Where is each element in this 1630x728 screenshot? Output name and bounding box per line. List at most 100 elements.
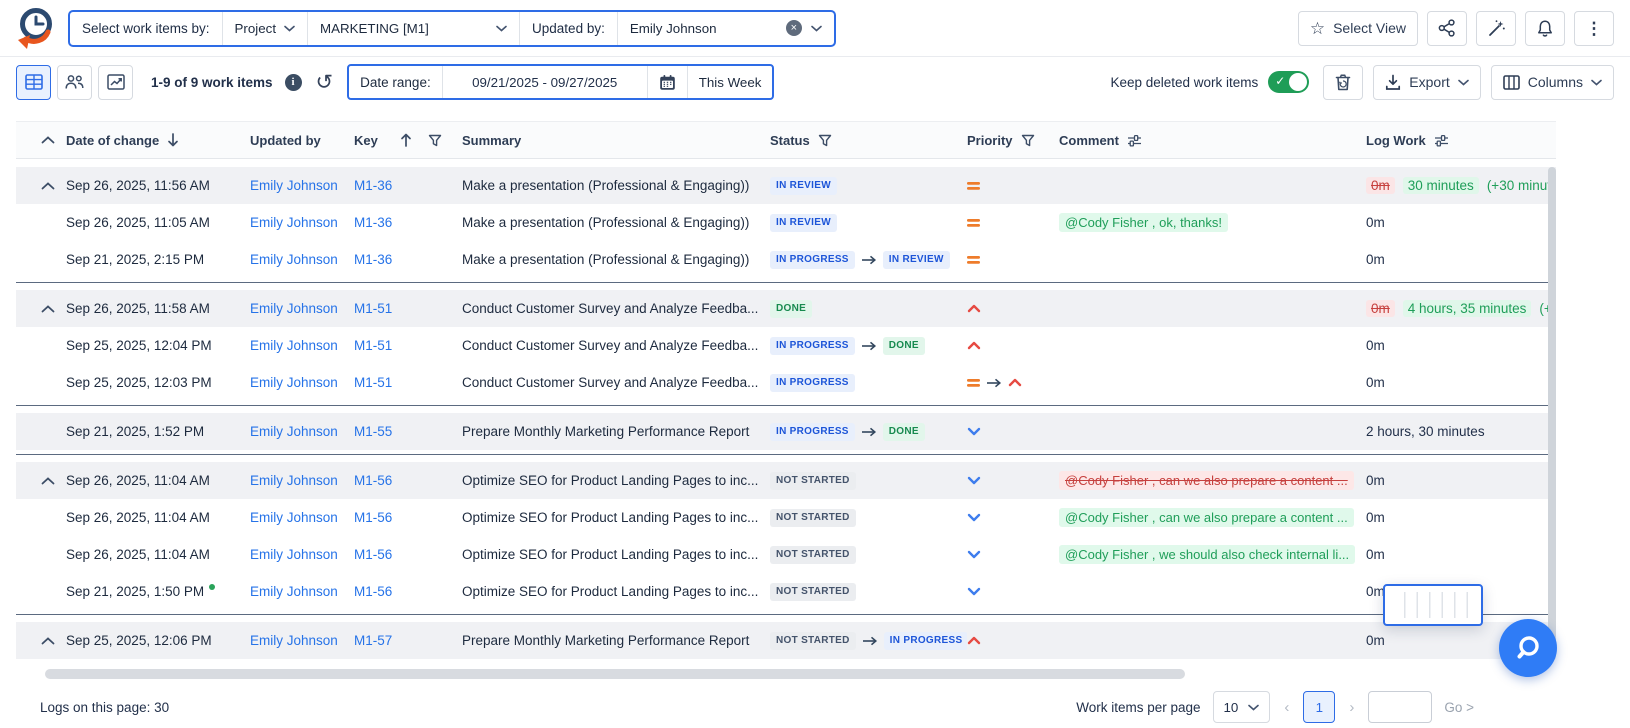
- priority-cell: [967, 587, 1059, 596]
- work-item-key-link[interactable]: M1-51: [354, 301, 392, 316]
- summary-text: Prepare Monthly Marketing Performance Re…: [462, 633, 749, 648]
- updated-by-link[interactable]: Emily Johnson: [250, 215, 338, 230]
- priority-cell: [967, 378, 1059, 388]
- comment-cell: @Cody Fisher , can we also prepare a con…: [1059, 508, 1366, 527]
- preset-this-week[interactable]: This Week: [688, 66, 773, 98]
- filter-funnel-icon[interactable]: [428, 134, 442, 147]
- header-comment[interactable]: Comment: [1059, 133, 1366, 148]
- updated-by-link[interactable]: Emily Johnson: [250, 178, 338, 193]
- collapse-group-button[interactable]: [41, 477, 55, 485]
- work-item-filter-group: Select work items by: Project MARKETING …: [68, 10, 836, 47]
- work-item-key-link[interactable]: M1-36: [354, 215, 392, 230]
- date-text: Sep 26, 2025, 11:04 AM: [66, 547, 210, 562]
- updated-by-link[interactable]: Emily Johnson: [250, 301, 338, 316]
- export-button[interactable]: Export: [1373, 65, 1480, 100]
- collapse-group-button[interactable]: [41, 305, 55, 313]
- header-key[interactable]: Key: [354, 133, 462, 148]
- work-item-key-link[interactable]: M1-57: [354, 633, 392, 648]
- date-range-value[interactable]: 09/21/2025 - 09/27/2025: [443, 66, 648, 98]
- filter-funnel-icon[interactable]: [818, 134, 832, 147]
- prev-page-button[interactable]: ‹: [1282, 699, 1291, 716]
- vertical-scrollbar[interactable]: [1548, 167, 1556, 655]
- status-cell: NOT STARTED: [770, 583, 967, 601]
- work-item-key-link[interactable]: M1-56: [354, 584, 392, 599]
- updated-by-link[interactable]: Emily Johnson: [250, 252, 338, 267]
- updated-by-link[interactable]: Emily Johnson: [250, 510, 338, 525]
- header-summary[interactable]: Summary: [462, 133, 770, 148]
- work-item-key-link[interactable]: M1-55: [354, 424, 392, 439]
- select-by-dropdown[interactable]: Project: [223, 12, 308, 45]
- work-item-key-link[interactable]: M1-36: [354, 178, 392, 193]
- work-item-key-link[interactable]: M1-56: [354, 510, 392, 525]
- date-text: Sep 21, 2025, 2:15 PM: [66, 252, 204, 267]
- columns-button[interactable]: Columns: [1491, 65, 1614, 100]
- drag-preview-stripes: [1393, 592, 1473, 618]
- delete-button[interactable]: [1323, 65, 1363, 100]
- log-work-cell: 0m4 hours, 35 minutes(+4 hours, 35 minut…: [1366, 300, 1556, 317]
- updated-by-dropdown[interactable]: Emily Johnson ×: [618, 12, 834, 45]
- status-badge: NOT STARTED: [770, 472, 856, 490]
- collapse-group-button[interactable]: [41, 182, 55, 190]
- work-item-key-link[interactable]: M1-51: [354, 375, 392, 390]
- info-icon[interactable]: i: [285, 74, 302, 91]
- table-view-button[interactable]: [16, 65, 51, 100]
- search-fab-button[interactable]: [1499, 619, 1557, 677]
- work-item-key-link[interactable]: M1-56: [354, 547, 392, 562]
- status-cell: NOT STARTED: [770, 546, 967, 564]
- change-arrow-icon: [862, 636, 878, 646]
- header-log-work[interactable]: Log Work: [1366, 133, 1556, 148]
- current-page-button[interactable]: 1: [1303, 691, 1335, 723]
- project-dropdown[interactable]: MARKETING [M1]: [308, 12, 520, 45]
- work-item-key-cell: M1-36: [354, 215, 462, 230]
- select-view-label: Select View: [1333, 20, 1406, 36]
- updated-by-link[interactable]: Emily Johnson: [250, 338, 338, 353]
- work-item-key-link[interactable]: M1-56: [354, 473, 392, 488]
- table-toolbar-right: Keep deleted work items ✓ Export: [1110, 65, 1614, 100]
- header-date-of-change[interactable]: Date of change: [66, 133, 250, 148]
- summary-cell: Conduct Customer Survey and Analyze Feed…: [462, 338, 770, 353]
- magic-wand-button[interactable]: [1476, 11, 1516, 46]
- go-to-page-input[interactable]: [1368, 691, 1432, 723]
- people-view-button[interactable]: [57, 65, 92, 100]
- chevron-down-icon: [496, 25, 507, 32]
- select-view-button[interactable]: ☆ Select View: [1298, 11, 1418, 46]
- collapse-group-button[interactable]: [41, 637, 55, 645]
- per-page-select[interactable]: 10: [1213, 691, 1271, 723]
- collapse-all-header[interactable]: [16, 136, 66, 144]
- go-button[interactable]: Go >: [1444, 700, 1474, 715]
- sort-asc-icon[interactable]: [400, 133, 412, 147]
- keep-deleted-toggle[interactable]: ✓: [1268, 71, 1309, 93]
- sliders-icon[interactable]: [1127, 134, 1142, 147]
- horizontal-scrollbar[interactable]: [45, 669, 1185, 679]
- updated-by-link[interactable]: Emily Johnson: [250, 424, 338, 439]
- log-work-cell: 2 hours, 30 minutes: [1366, 424, 1556, 439]
- updated-by-link[interactable]: Emily Johnson: [250, 547, 338, 562]
- summary-cell: Optimize SEO for Product Landing Pages t…: [462, 510, 770, 525]
- row-collapse-cell: [16, 182, 66, 190]
- sliders-icon[interactable]: [1434, 134, 1449, 147]
- more-menu-button[interactable]: ⋮: [1574, 11, 1614, 46]
- notifications-button[interactable]: [1525, 11, 1565, 46]
- clear-filter-icon[interactable]: ×: [786, 20, 802, 36]
- updated-by-link[interactable]: Emily Johnson: [250, 375, 338, 390]
- sort-desc-icon[interactable]: [167, 133, 179, 147]
- work-item-key-link[interactable]: M1-51: [354, 338, 392, 353]
- header-updated-by[interactable]: Updated by: [250, 133, 354, 148]
- updated-by-link[interactable]: Emily Johnson: [250, 633, 338, 648]
- updated-by-link[interactable]: Emily Johnson: [250, 473, 338, 488]
- filter-funnel-icon[interactable]: [1021, 134, 1035, 147]
- share-button[interactable]: [1427, 11, 1467, 46]
- work-item-key-link[interactable]: M1-36: [354, 252, 392, 267]
- calendar-button[interactable]: [648, 66, 688, 98]
- chart-view-button[interactable]: [98, 65, 133, 100]
- next-page-button[interactable]: ›: [1347, 699, 1356, 716]
- date-of-change-cell: Sep 21, 2025, 2:15 PM: [66, 252, 250, 267]
- updated-by-link[interactable]: Emily Johnson: [250, 584, 338, 599]
- refresh-icon[interactable]: ↺: [316, 72, 334, 93]
- status-cell: DONE: [770, 300, 967, 318]
- select-by-label: Select work items by:: [82, 21, 210, 36]
- header-priority[interactable]: Priority: [967, 133, 1059, 148]
- status-cell: IN REVIEW: [770, 214, 967, 232]
- header-status[interactable]: Status: [770, 133, 967, 148]
- date-text: Sep 25, 2025, 12:03 PM: [66, 375, 212, 390]
